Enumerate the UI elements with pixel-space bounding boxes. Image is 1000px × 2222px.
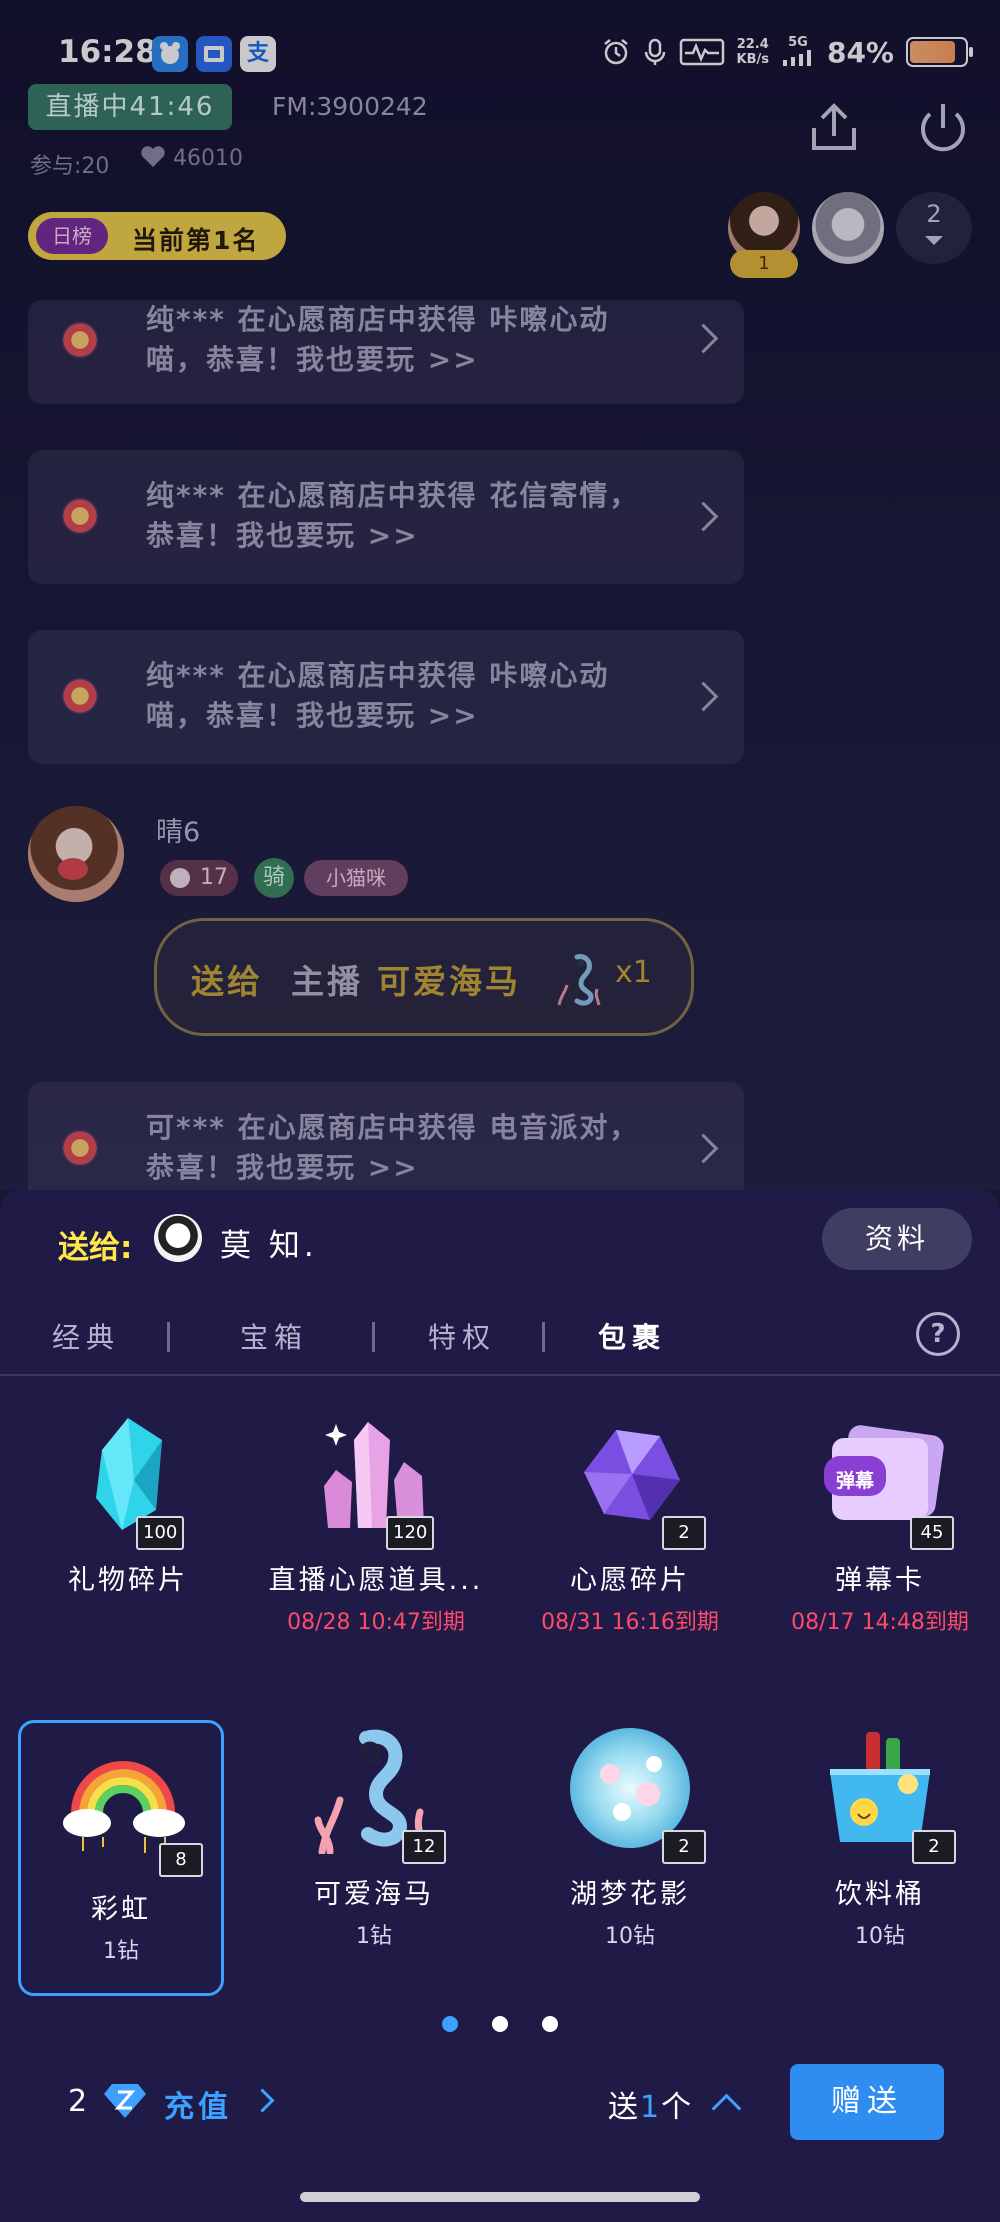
profile-button[interactable]: 资料 — [822, 1208, 972, 1270]
item-price: 10钻 — [855, 1924, 905, 1949]
tab-treasure-box[interactable]: 宝箱 — [240, 1316, 308, 1356]
home-indicator[interactable] — [300, 2192, 700, 2202]
item-expiry: 08/31 16:16到期 — [541, 1610, 719, 1635]
diamond-balance: 2 — [68, 2084, 88, 2119]
tab-divider — [542, 1322, 545, 1352]
give-gift-button[interactable]: 赠送 — [790, 2064, 944, 2140]
gift-item-drink-bucket[interactable]: 2 饮料桶 10钻 — [770, 1724, 990, 1974]
item-count: 12 — [402, 1830, 446, 1864]
page-dot-3[interactable] — [542, 2016, 558, 2032]
item-count: 2 — [662, 1516, 706, 1550]
item-count: 120 — [386, 1516, 435, 1550]
send-suffix: 个 — [661, 2090, 694, 2125]
tab-backpack[interactable]: 包裹 — [598, 1316, 666, 1356]
recipient-name: 莫 知. — [220, 1228, 318, 1264]
item-name: 彩虹 — [91, 1894, 151, 1925]
send-prefix: 送 — [608, 2090, 640, 2125]
recipient-avatar — [154, 1214, 202, 1262]
item-count: 2 — [912, 1830, 956, 1864]
gift-item-gift-fragment[interactable]: 100 礼物碎片 — [18, 1410, 238, 1660]
item-name: 直播心愿道具... — [268, 1565, 484, 1596]
item-name: 礼物碎片 — [68, 1565, 188, 1596]
item-name: 可爱海马 — [314, 1879, 434, 1910]
recharge-button[interactable]: 充值 — [164, 2082, 232, 2126]
item-name: 湖梦花影 — [570, 1879, 690, 1910]
gift-item-cute-seahorse[interactable]: 12 可爱海马 1钻 — [264, 1724, 484, 1974]
item-price: 1钻 — [103, 1939, 139, 1964]
item-count: 2 — [662, 1830, 706, 1864]
item-expiry: 08/17 14:48到期 — [791, 1610, 969, 1635]
item-name: 弹幕卡 — [835, 1565, 925, 1596]
gift-tabs: 经典 宝箱 特权 包裹 — [0, 1310, 1000, 1366]
item-count: 100 — [136, 1516, 185, 1550]
diamond-icon — [104, 2084, 146, 2118]
item-name: 饮料桶 — [835, 1879, 925, 1910]
tab-classic[interactable]: 经典 — [52, 1316, 120, 1356]
send-to-label: 送给: — [58, 1230, 133, 1266]
item-name: 心愿碎片 — [570, 1565, 690, 1596]
page-dot-1[interactable] — [442, 2016, 458, 2032]
tab-bar-divider — [0, 1374, 1000, 1376]
gift-item-wish-fragment[interactable]: 2 心愿碎片 08/31 16:16到期 — [520, 1410, 740, 1660]
gift-item-danmaku-card[interactable]: 弹幕 45 弹幕卡 08/17 14:48到期 — [770, 1410, 990, 1660]
send-quantity: 1 — [640, 2090, 662, 2125]
item-count: 8 — [159, 1843, 203, 1877]
tab-privilege[interactable]: 特权 — [428, 1316, 496, 1356]
danmaku-card-label: 弹幕 — [835, 1470, 874, 1492]
quantity-selector[interactable]: 送1个 — [608, 2082, 693, 2126]
item-expiry: 08/28 10:47到期 — [287, 1610, 465, 1635]
page-dot-2[interactable] — [492, 2016, 508, 2032]
item-count: 45 — [910, 1516, 954, 1550]
gift-item-rainbow[interactable]: 8 彩虹 1钻 — [18, 1720, 224, 1996]
tab-divider — [167, 1322, 170, 1352]
gift-item-wish-prop[interactable]: 120 直播心愿道具... 08/28 10:47到期 — [266, 1410, 486, 1660]
tab-divider — [372, 1322, 375, 1352]
item-price: 10钻 — [605, 1924, 655, 1949]
help-icon[interactable]: ? — [916, 1312, 960, 1356]
gift-item-lake-dream-flower[interactable]: 2 湖梦花影 10钻 — [520, 1724, 740, 1974]
dim-overlay — [0, 0, 1000, 1190]
item-price: 1钻 — [356, 1924, 392, 1949]
